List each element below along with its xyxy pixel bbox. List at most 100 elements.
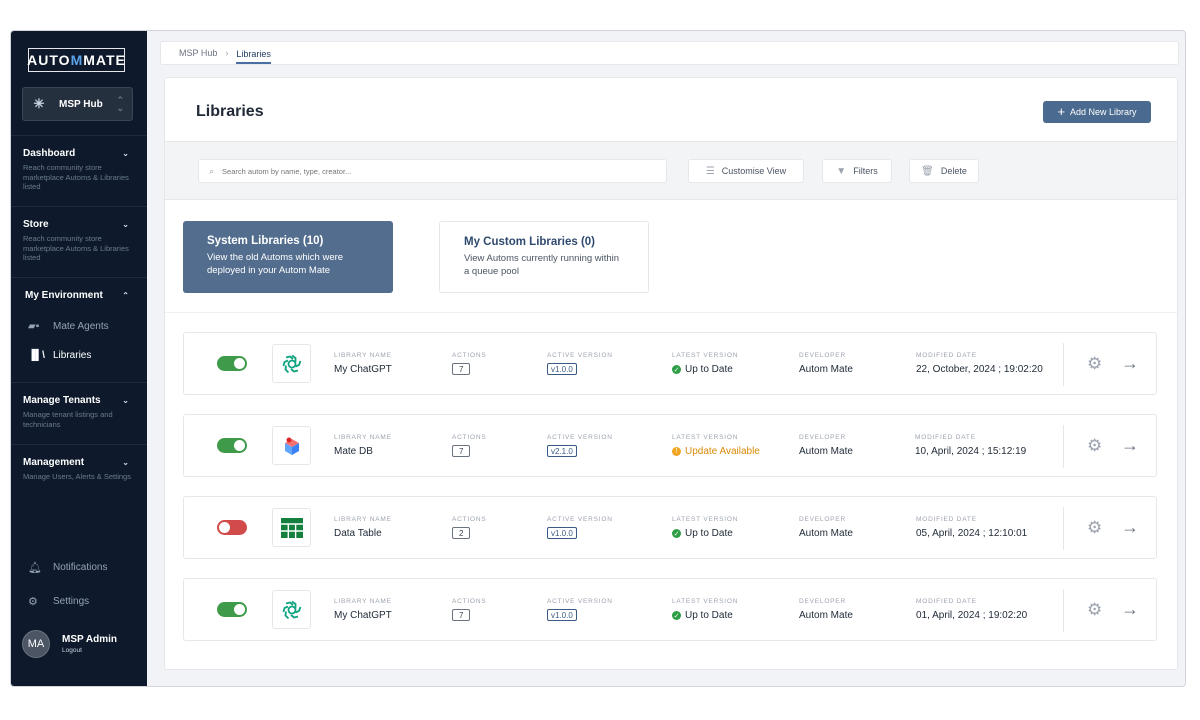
updown-chevron-icon: ⌃ ⌄ xyxy=(116,95,124,113)
delete-button[interactable]: 🗑︎ Delete xyxy=(909,159,979,183)
gear-icon: ⚙ xyxy=(28,596,38,608)
column-label: ACTIONS xyxy=(452,352,487,359)
arrow-right-icon[interactable]: → xyxy=(1121,434,1139,456)
column-label: ACTIVE VERSION xyxy=(547,434,613,441)
modified-date-cell: MODIFIED DATE 01, April, 2024 ; 19:02:20 xyxy=(916,598,1027,621)
search-input[interactable] xyxy=(222,166,643,176)
nav-tenants-title: Manage Tenants xyxy=(23,395,101,406)
divider xyxy=(1063,507,1064,550)
actions-cell: ACTIONS 2 xyxy=(452,516,487,541)
nav-tenants-desc: Manage tenant listings and technicians xyxy=(23,410,113,429)
breadcrumb-current[interactable]: Libraries xyxy=(236,45,271,64)
enable-toggle[interactable] xyxy=(217,520,247,535)
chevron-right-icon: › xyxy=(225,48,229,58)
logout-link[interactable]: Logout xyxy=(62,647,117,654)
library-row[interactable]: LIBRARY NAME Data Table ACTIONS 2 ACTIVE… xyxy=(183,496,1157,559)
active-version: v1.0.0 xyxy=(547,609,577,621)
column-label: DEVELOPER xyxy=(799,352,846,359)
active-version-cell: ACTIVE VERSION v2.1.0 xyxy=(547,434,613,459)
column-label: ACTIVE VERSION xyxy=(547,516,613,523)
enable-toggle[interactable] xyxy=(217,602,247,617)
nav-section-management[interactable]: Management ⌄ Manage Users, Alerts & Setti… xyxy=(11,444,147,514)
active-version-cell: ACTIVE VERSION v1.0.0 xyxy=(547,598,613,623)
user-profile[interactable]: MA MSP Admin Logout xyxy=(22,630,117,658)
nav-dashboard-title: Dashboard xyxy=(23,148,76,159)
nav-management-desc: Manage Users, Alerts & Settings xyxy=(23,472,131,481)
library-name-cell: LIBRARY NAME Data Table xyxy=(334,516,392,539)
library-name-cell: LIBRARY NAME Mate DB xyxy=(334,434,392,457)
toolbar: ⌕ ☰ Customise View ▼ Filters 🗑︎ Delete xyxy=(165,141,1177,200)
latest-version-cell: LATEST VERSION ! Update Available xyxy=(672,434,760,457)
toggle-knob xyxy=(234,358,245,369)
chevron-down-icon: ⌄ xyxy=(122,396,129,405)
nav-section-dashboard[interactable]: Dashboard ⌄ Reach community store marketp… xyxy=(11,135,147,205)
modified-date: 01, April, 2024 ; 19:02:20 xyxy=(916,610,1028,621)
library-row[interactable]: LIBRARY NAME My ChatGPT ACTIONS 7 ACTIVE… xyxy=(183,332,1157,395)
gear-icon[interactable]: ⚙ xyxy=(1087,354,1102,374)
sidebar-item-mate-agents[interactable]: ▰▪ Mate Agents xyxy=(28,321,109,332)
logo-text-prefix: AUTO xyxy=(27,52,71,68)
library-row[interactable]: LIBRARY NAME My ChatGPT ACTIONS 7 ACTIVE… xyxy=(183,578,1157,641)
nav-store-desc: Reach community store marketplace Automs… xyxy=(23,234,129,262)
status-text: Up to Date xyxy=(685,364,733,375)
breadcrumb-root[interactable]: MSP Hub xyxy=(179,48,217,58)
version-status: ✓ Up to Date xyxy=(672,528,738,539)
sidebar-item-settings[interactable]: ⚙ Settings xyxy=(28,595,89,608)
developer-cell: DEVELOPER Autom Mate xyxy=(799,598,853,621)
notifications-label: Notifications xyxy=(53,562,108,573)
column-label: LIBRARY NAME xyxy=(334,598,392,605)
nav-env-title: My Environment xyxy=(25,290,103,301)
tab-custom-libraries[interactable]: My Custom Libraries (0) View Automs curr… xyxy=(439,221,649,293)
chatgpt-icon xyxy=(272,590,311,629)
arrow-right-icon[interactable]: → xyxy=(1121,598,1139,620)
sidebar-item-notifications[interactable]: 🔔︎ Notifications xyxy=(28,561,107,574)
nav-section-manage-tenants[interactable]: Manage Tenants ⌄ Manage tenant listings a… xyxy=(11,382,147,443)
filters-button[interactable]: ▼ Filters xyxy=(822,159,892,183)
actions-count: 7 xyxy=(452,363,471,375)
agents-icon: ▰▪ xyxy=(28,321,40,332)
filter-icon: ▼ xyxy=(836,165,847,177)
toggle-knob xyxy=(219,522,230,533)
column-label: MODIFIED DATE xyxy=(916,516,977,523)
nav-section-store[interactable]: Store ⌄ Reach community store marketplace… xyxy=(11,206,147,276)
check-icon: ✓ xyxy=(672,529,681,538)
developer-name: Autom Mate xyxy=(799,610,853,621)
library-name: My ChatGPT xyxy=(334,610,392,621)
column-label: DEVELOPER xyxy=(799,598,846,605)
arrow-right-icon[interactable]: → xyxy=(1121,352,1139,374)
column-label: ACTIONS xyxy=(452,434,487,441)
hub-selector[interactable]: ✳ MSP Hub ⌃ ⌄ xyxy=(22,87,133,121)
column-label: ACTIVE VERSION xyxy=(547,352,613,359)
chevron-down-icon: ⌄ xyxy=(122,149,129,158)
gear-icon[interactable]: ⚙ xyxy=(1087,436,1102,456)
modified-date: 10, April, 2024 ; 15:12:19 xyxy=(915,446,1027,457)
automate-logo[interactable]: AUTO M MATE xyxy=(27,48,125,72)
library-row[interactable]: LIBRARY NAME Mate DB ACTIONS 7 ACTIVE VE… xyxy=(183,414,1157,477)
toggle-knob xyxy=(234,604,245,615)
customise-view-button[interactable]: ☰ Customise View xyxy=(688,159,804,183)
gear-icon[interactable]: ⚙ xyxy=(1087,600,1102,620)
enable-toggle[interactable] xyxy=(217,356,247,371)
status-text[interactable]: Update Available xyxy=(685,446,760,457)
latest-version-cell: LATEST VERSION ✓ Up to Date xyxy=(672,352,738,375)
nav-store-title: Store xyxy=(23,219,49,230)
column-label: LATEST VERSION xyxy=(672,434,739,441)
developer-name: Autom Mate xyxy=(799,364,853,375)
actions-cell: ACTIONS 7 xyxy=(452,434,487,459)
enable-toggle[interactable] xyxy=(217,438,247,453)
tab-system-libraries[interactable]: System Libraries (10) View the old Autom… xyxy=(183,221,393,293)
gear-icon[interactable]: ⚙ xyxy=(1087,518,1102,538)
warning-icon: ! xyxy=(672,447,681,456)
sidebar: AUTO M MATE ✳ MSP Hub ⌃ ⌄ Dashboard ⌄ Reach … xyxy=(11,31,147,686)
add-new-library-button[interactable]: + Add New Library xyxy=(1043,101,1151,123)
arrow-right-icon[interactable]: → xyxy=(1121,516,1139,538)
hub-icon: ✳ xyxy=(33,96,45,111)
sidebar-item-label: Mate Agents xyxy=(53,321,109,332)
breadcrumb: MSP Hub › Libraries xyxy=(160,41,1179,65)
developer-name: Autom Mate xyxy=(799,446,853,457)
column-label: ACTIONS xyxy=(452,598,487,605)
library-name-cell: LIBRARY NAME My ChatGPT xyxy=(334,598,392,621)
sidebar-item-libraries[interactable]: ▐▌\ Libraries xyxy=(28,350,91,361)
search-box[interactable]: ⌕ xyxy=(198,159,667,183)
tab-system-desc: View the old Automs which were deployed … xyxy=(207,252,344,276)
